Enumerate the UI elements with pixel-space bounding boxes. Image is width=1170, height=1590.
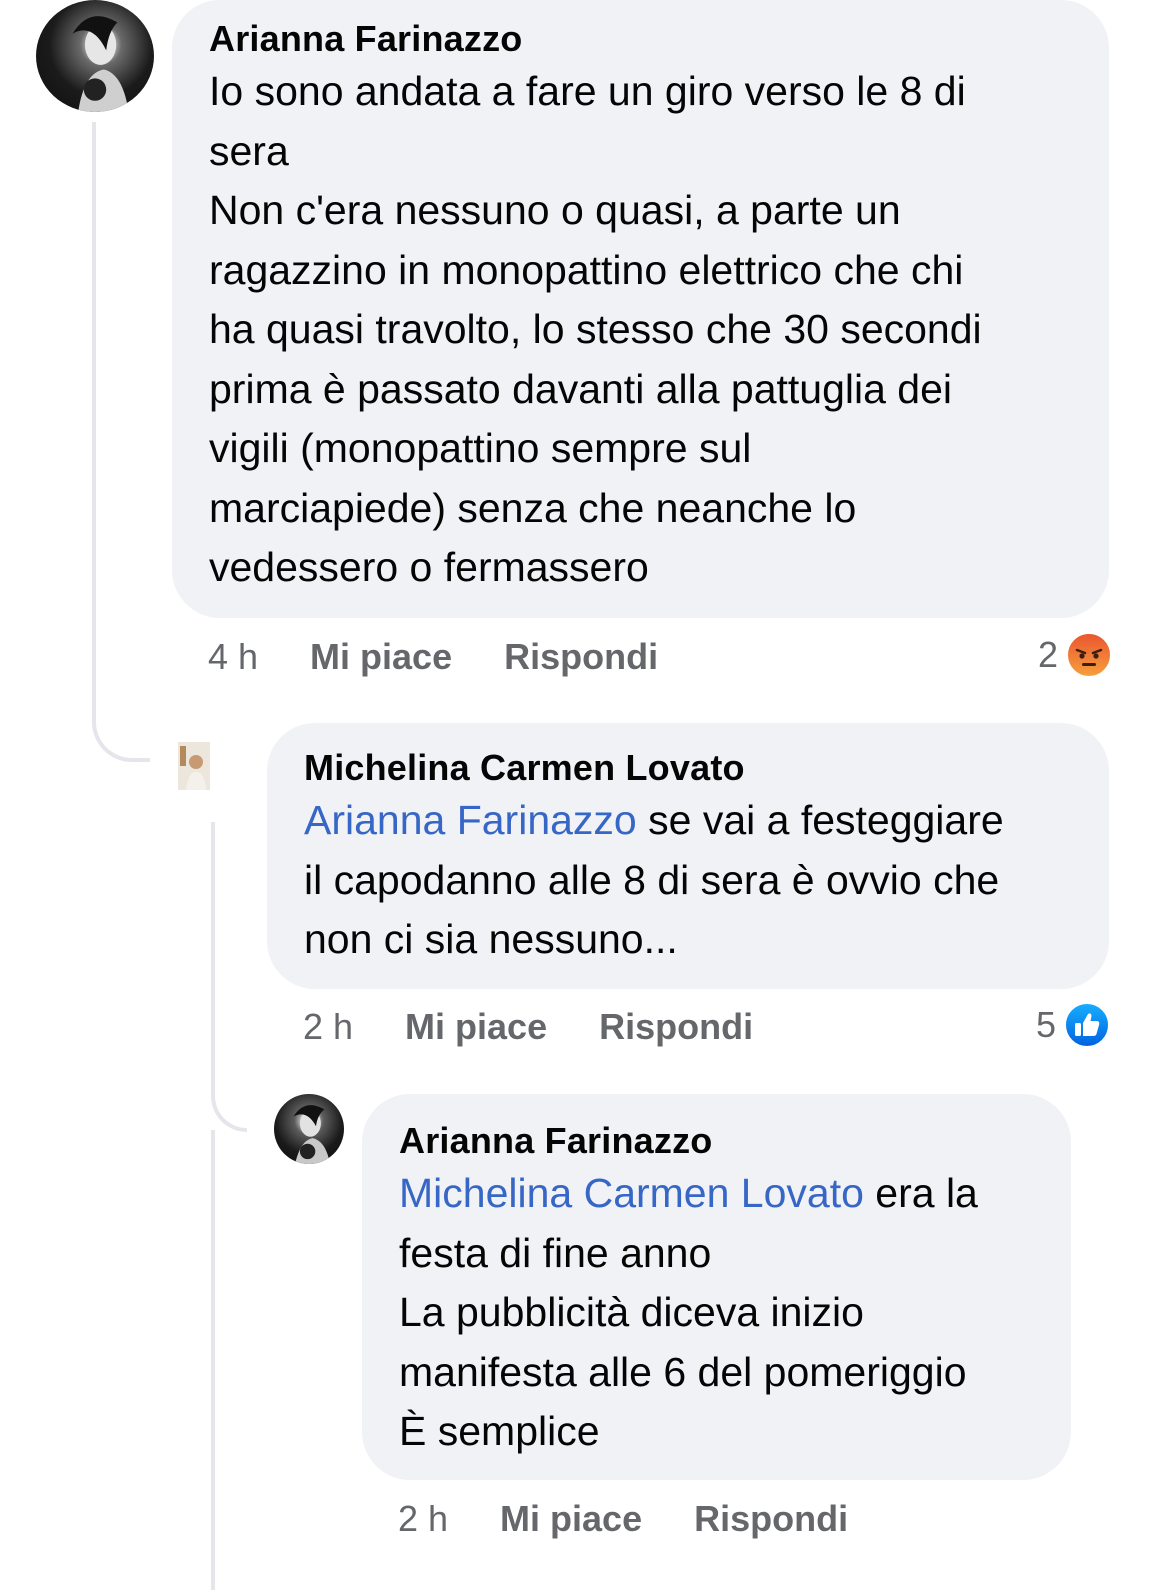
comment-text: Io sono andata a fare un giro verso le 8… <box>209 68 982 590</box>
comment-author[interactable]: Michelina Carmen Lovato <box>304 745 1073 791</box>
reply-button[interactable]: Rispondi <box>694 1498 848 1540</box>
mention-link[interactable]: Michelina Carmen Lovato <box>399 1170 864 1216</box>
avatar[interactable] <box>36 0 154 112</box>
reaction-summary[interactable]: 5 <box>1036 1002 1111 1048</box>
comment-time[interactable]: 2 h <box>398 1498 448 1540</box>
mention-link[interactable]: Arianna Farinazzo <box>304 797 637 843</box>
avatar[interactable] <box>274 1094 344 1164</box>
comment-author[interactable]: Arianna Farinazzo <box>209 16 1073 62</box>
comment-author[interactable]: Arianna Farinazzo <box>399 1118 1035 1164</box>
avatar-photo <box>72 16 129 112</box>
angry-reaction-icon <box>1066 632 1113 678</box>
comment-time[interactable]: 4 h <box>208 636 258 678</box>
thread-connector-line <box>211 822 247 1132</box>
avatar-photo <box>293 1105 330 1164</box>
reaction-summary[interactable]: 2 <box>1038 632 1113 678</box>
comment-text: Michelina Carmen Lovato era la festa di … <box>399 1164 1035 1462</box>
like-button[interactable]: Mi piace <box>500 1498 642 1540</box>
like-reaction-icon <box>1064 1002 1111 1048</box>
comment-bubble: Arianna Farinazzo Michelina Carmen Lovat… <box>362 1094 1071 1480</box>
like-button[interactable]: Mi piace <box>405 1006 547 1048</box>
avatar-photo <box>178 742 210 790</box>
reaction-count: 2 <box>1038 634 1059 675</box>
thread-connector-line <box>92 122 150 762</box>
comment-actions: 2 h Mi piace Rispondi <box>398 1494 900 1544</box>
reply-button[interactable]: Rispondi <box>504 636 658 678</box>
reaction-count: 5 <box>1036 1004 1057 1045</box>
like-button[interactable]: Mi piace <box>310 636 452 678</box>
thread-connector-line <box>211 1130 215 1590</box>
reply-button[interactable]: Rispondi <box>599 1006 753 1048</box>
comment-time[interactable]: 2 h <box>303 1006 353 1048</box>
comment-actions: 2 h Mi piace Rispondi <box>303 1002 805 1052</box>
comment-text: Arianna Farinazzo se vai a festeggiare i… <box>304 791 1073 970</box>
comment-bubble: Arianna Farinazzo Io sono andata a fare … <box>172 0 1109 618</box>
comment-bubble: Michelina Carmen Lovato Arianna Farinazz… <box>267 723 1109 989</box>
avatar[interactable] <box>178 742 210 790</box>
comment-actions: 4 h Mi piace Rispondi <box>208 632 710 682</box>
